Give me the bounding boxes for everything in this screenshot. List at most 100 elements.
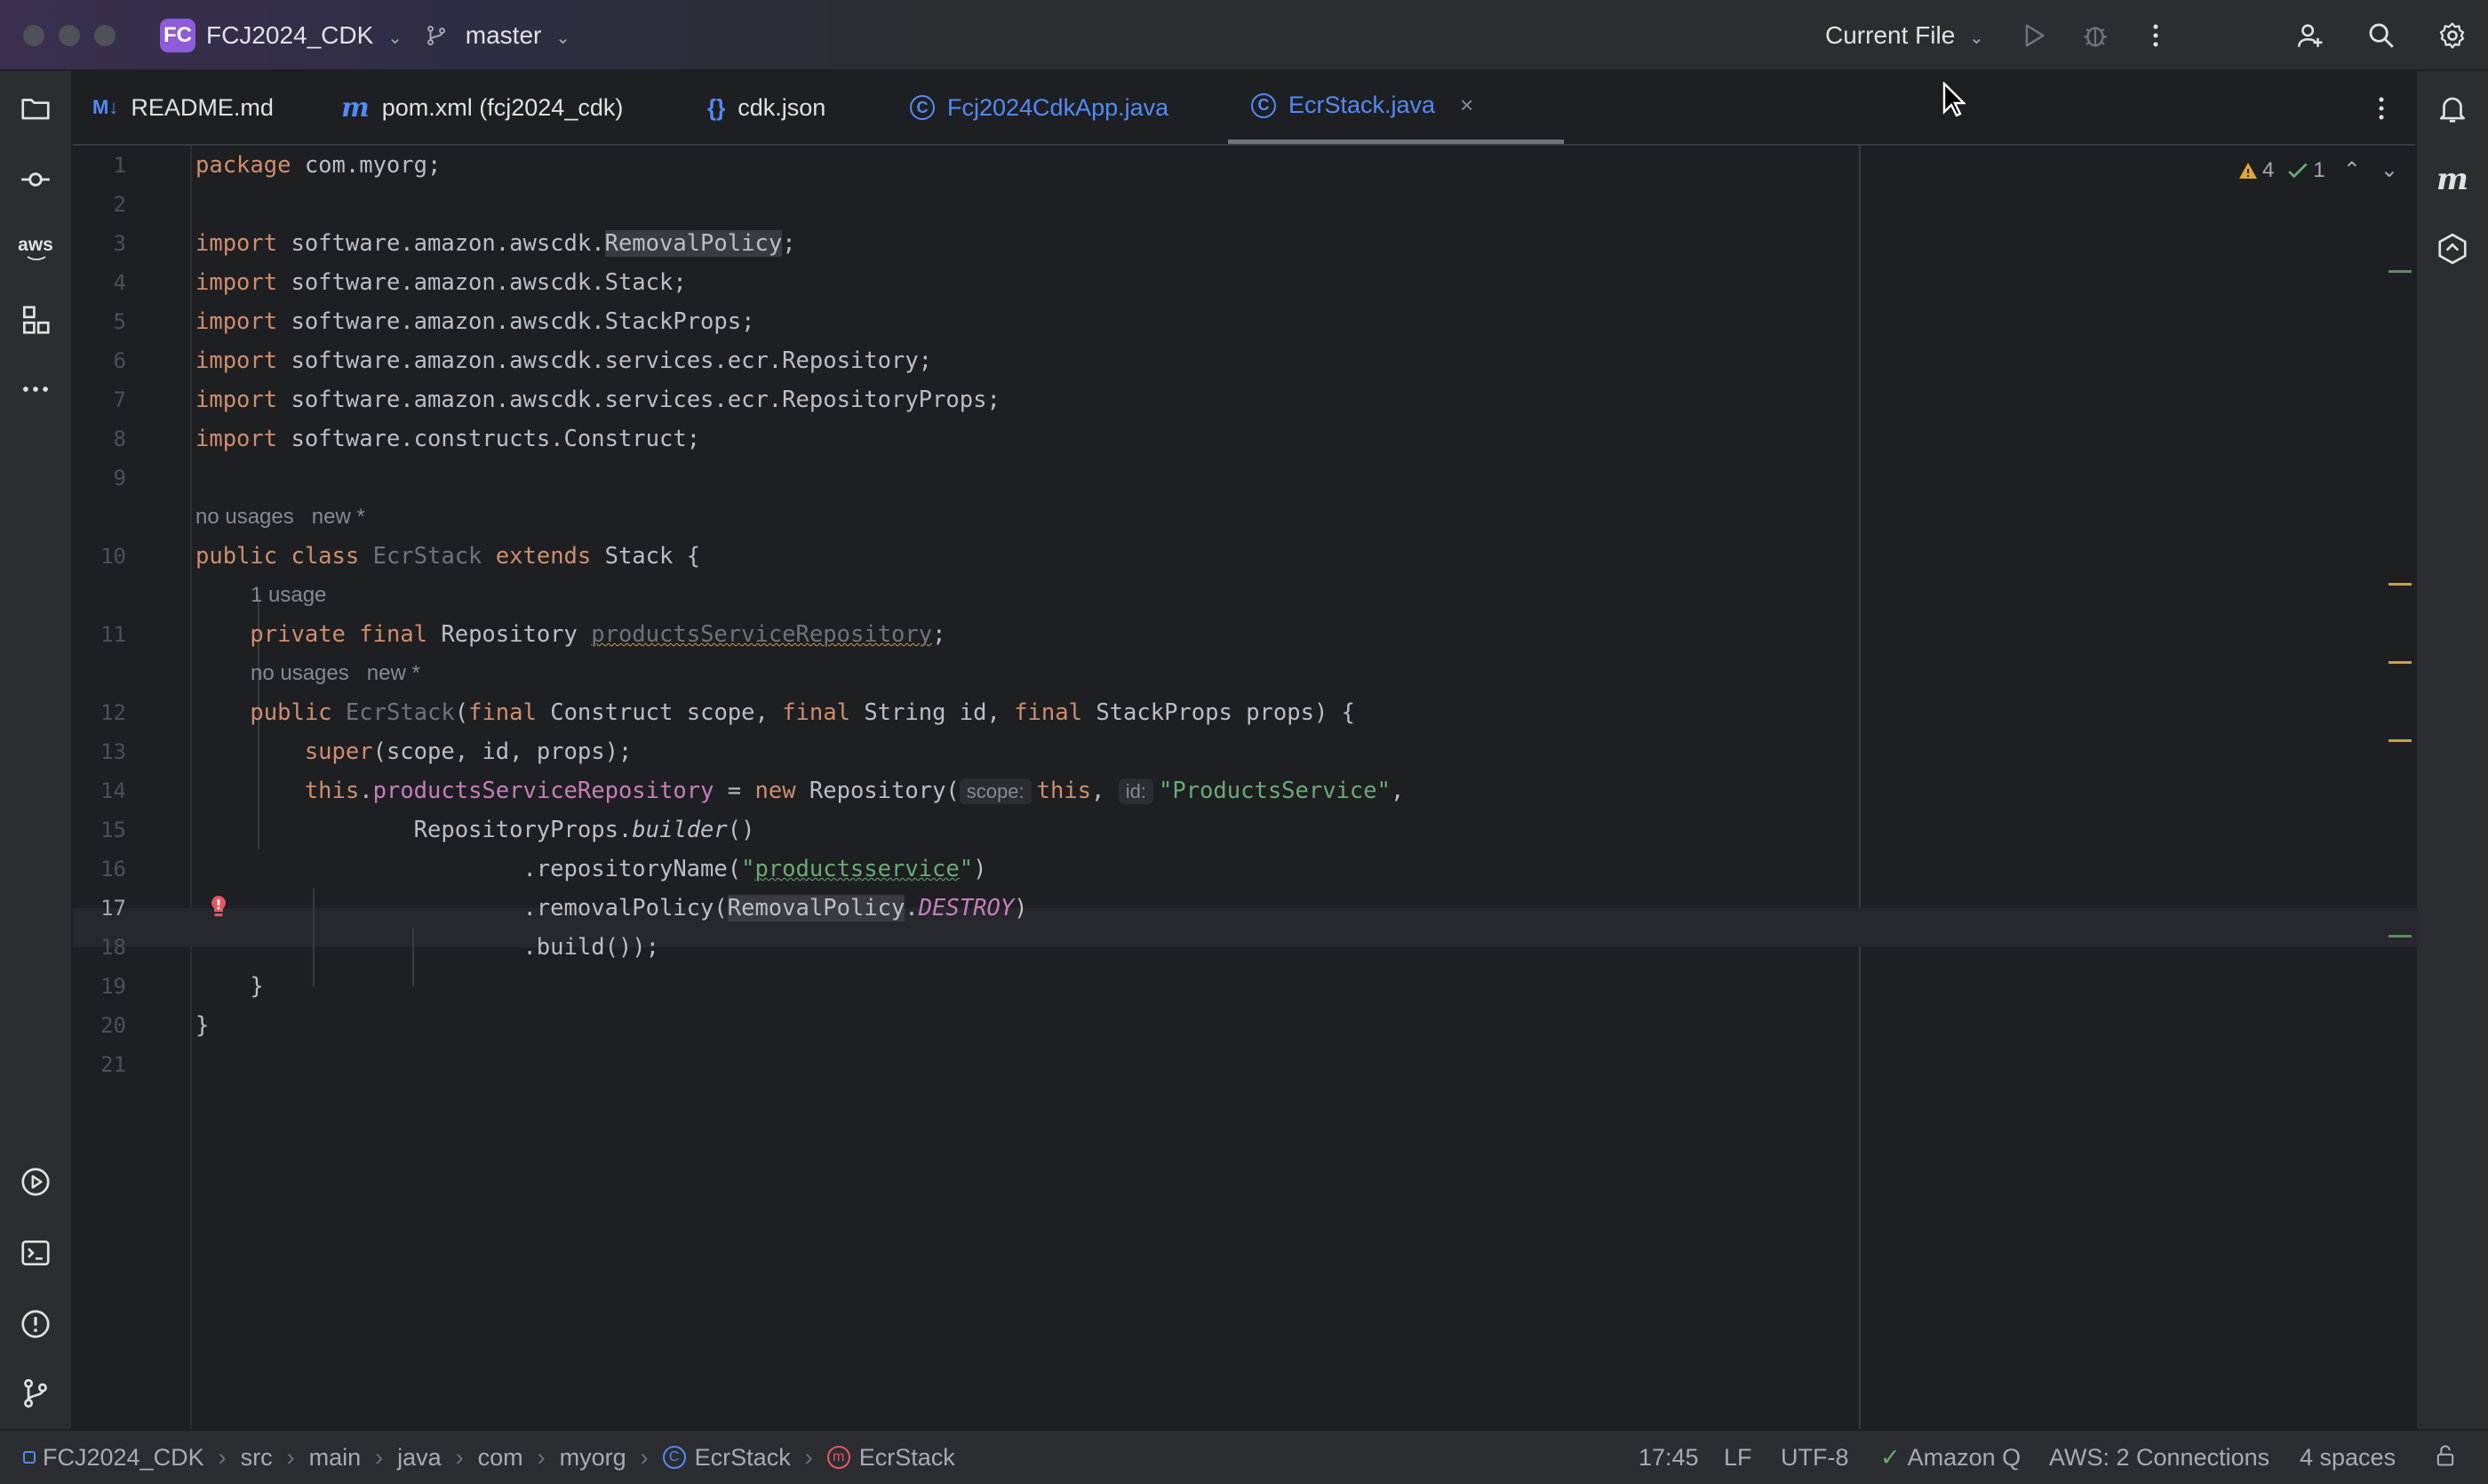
breadcrumb-item[interactable]: java bbox=[397, 1441, 442, 1473]
line-number: 20 bbox=[100, 1013, 126, 1038]
minimize-window-button[interactable] bbox=[59, 25, 80, 46]
chevron-right-icon: › bbox=[804, 1444, 813, 1471]
project-name: FCJ2024_CDK bbox=[206, 21, 374, 49]
search-icon[interactable] bbox=[2362, 16, 2401, 55]
code-line: import software.amazon.awscdk.services.e… bbox=[195, 347, 933, 374]
chevron-down-icon[interactable]: ⌄ bbox=[2380, 155, 2398, 187]
breadcrumb-item[interactable]: myorg bbox=[560, 1441, 626, 1473]
java-class-icon: C bbox=[910, 95, 935, 120]
code-line: import software.amazon.awscdk.RemovalPol… bbox=[195, 230, 796, 257]
aws-connections[interactable]: AWS: 2 Connections bbox=[2049, 1441, 2269, 1473]
right-margin-guide bbox=[1859, 146, 1861, 1429]
breadcrumb-item[interactable]: FCJ2024_CDK bbox=[43, 1441, 204, 1473]
add-user-icon[interactable] bbox=[2291, 16, 2330, 55]
breadcrumb-item[interactable]: com bbox=[478, 1441, 523, 1473]
tab-cdk-json[interactable]: {} cdk.json bbox=[707, 71, 825, 144]
code-line: import software.amazon.awscdk.StackProps… bbox=[195, 308, 755, 335]
line-number: 7 bbox=[113, 387, 126, 412]
problems-icon[interactable] bbox=[14, 1303, 57, 1345]
lock-icon[interactable] bbox=[2433, 1443, 2458, 1468]
ok-count: 1 bbox=[2313, 158, 2325, 182]
usage-hint[interactable]: no usages new * bbox=[251, 654, 420, 693]
run-config-selector[interactable]: Current File ⌄ bbox=[1825, 20, 1984, 54]
breadcrumb-item[interactable]: main bbox=[309, 1441, 362, 1473]
code-line: this.productsServiceRepository = new Rep… bbox=[304, 778, 1405, 804]
line-number: 15 bbox=[100, 818, 126, 842]
line-number: 8 bbox=[113, 427, 126, 451]
breadcrumb-item[interactable]: EcrStack bbox=[859, 1441, 955, 1473]
chevron-right-icon: › bbox=[375, 1444, 384, 1471]
aws-icon[interactable]: aws bbox=[14, 227, 57, 270]
close-tab-icon[interactable]: × bbox=[1460, 92, 1473, 119]
warning-count: 4 bbox=[2262, 158, 2275, 182]
commit-icon[interactable] bbox=[14, 158, 57, 201]
zoom-window-button[interactable] bbox=[94, 25, 116, 46]
git-branch-icon bbox=[425, 21, 455, 49]
code-line: .repositoryName("productsservice") bbox=[195, 856, 987, 882]
param-hint-id: id: bbox=[1118, 778, 1153, 804]
more-tools-icon[interactable] bbox=[14, 368, 57, 411]
debug-icon[interactable] bbox=[2076, 16, 2115, 55]
notifications-bell-icon[interactable] bbox=[2431, 87, 2474, 130]
breadcrumb-item[interactable]: src bbox=[241, 1441, 273, 1473]
indent-setting[interactable]: 4 spaces bbox=[2300, 1441, 2396, 1473]
run-tool-icon[interactable] bbox=[14, 1161, 57, 1203]
terminal-icon[interactable] bbox=[14, 1232, 57, 1274]
aws-toolkit-icon[interactable] bbox=[2431, 227, 2474, 270]
chevron-right-icon: › bbox=[286, 1444, 295, 1471]
warning-marker[interactable] bbox=[2388, 583, 2412, 586]
amazon-q-status[interactable]: ✓ Amazon Q bbox=[1880, 1441, 2021, 1473]
branch-selector[interactable]: master ⌄ bbox=[425, 20, 570, 54]
line-separator[interactable]: LF bbox=[1724, 1441, 1752, 1473]
warning-marker[interactable] bbox=[2388, 661, 2412, 664]
warning-icon bbox=[2239, 163, 2257, 179]
code-editor[interactable]: 1 2 3 4 5 6 7 8 9 10 11 12 13 14 15 16 1… bbox=[73, 146, 2419, 1429]
breadcrumb-item[interactable]: EcrStack bbox=[695, 1441, 791, 1473]
inspection-widget[interactable]: 4 1 ⌃ ⌄ bbox=[2237, 155, 2398, 187]
status-bar: FCJ2024_CDK › src › main › java › com › … bbox=[0, 1429, 2488, 1484]
structure-icon[interactable] bbox=[14, 299, 57, 341]
line-number: 13 bbox=[100, 739, 126, 764]
caret-position[interactable]: 17:45 bbox=[1639, 1441, 1699, 1473]
tab-ecrstack[interactable]: C EcrStack.java × bbox=[1228, 71, 1564, 144]
line-number: 9 bbox=[113, 466, 126, 491]
usage-hint[interactable]: 1 usage bbox=[251, 576, 326, 615]
check-icon: ✓ bbox=[1880, 1444, 1901, 1471]
run-config-label: Current File bbox=[1825, 21, 1956, 49]
code-line: } bbox=[195, 1012, 210, 1039]
tab-readme[interactable]: M↓ README.md bbox=[92, 71, 274, 144]
change-marker[interactable] bbox=[2388, 270, 2412, 273]
code-line: import software.constructs.Construct; bbox=[195, 426, 701, 452]
settings-gear-icon[interactable] bbox=[2433, 16, 2472, 55]
chevron-right-icon: › bbox=[455, 1444, 464, 1471]
close-window-button[interactable] bbox=[23, 25, 44, 46]
project-selector[interactable]: FCJ2024_CDK ⌄ bbox=[206, 20, 403, 54]
line-number: 10 bbox=[100, 544, 126, 569]
code-line: package com.myorg; bbox=[195, 152, 442, 179]
usage-hint[interactable]: no usages new * bbox=[195, 498, 365, 537]
run-icon[interactable] bbox=[2014, 16, 2053, 55]
project-badge[interactable]: FC bbox=[160, 19, 195, 52]
warning-marker[interactable] bbox=[2388, 739, 2412, 742]
project-folder-icon[interactable] bbox=[14, 87, 57, 130]
git-icon[interactable] bbox=[14, 1372, 57, 1415]
check-icon bbox=[2288, 163, 2309, 179]
code-line: .removalPolicy(RemovalPolicy.DESTROY) bbox=[195, 895, 1028, 922]
chevron-up-icon[interactable]: ⌃ bbox=[2343, 155, 2361, 187]
branch-name: master bbox=[465, 21, 542, 49]
line-number: 18 bbox=[100, 935, 126, 960]
tab-fcj2024cdkapp[interactable]: C Fcj2024CdkApp.java bbox=[910, 71, 1168, 144]
line-number: 1 bbox=[113, 153, 126, 178]
more-actions-icon[interactable] bbox=[2136, 16, 2175, 55]
change-marker[interactable] bbox=[2388, 935, 2412, 937]
chevron-down-icon: ⌄ bbox=[387, 28, 403, 48]
right-tool-strip: m bbox=[2415, 71, 2488, 1429]
tab-pom[interactable]: m pom.xml (fcj2024_cdk) bbox=[341, 71, 623, 144]
chevron-down-icon: ⌄ bbox=[1969, 28, 1984, 48]
file-encoding[interactable]: UTF-8 bbox=[1781, 1441, 1849, 1473]
line-number: 14 bbox=[100, 778, 126, 803]
chevron-down-icon: ⌄ bbox=[555, 28, 570, 48]
maven-icon[interactable]: m bbox=[2431, 158, 2474, 201]
tab-actions-icon[interactable] bbox=[2362, 89, 2401, 128]
tab-label: pom.xml (fcj2024_cdk) bbox=[381, 93, 624, 121]
